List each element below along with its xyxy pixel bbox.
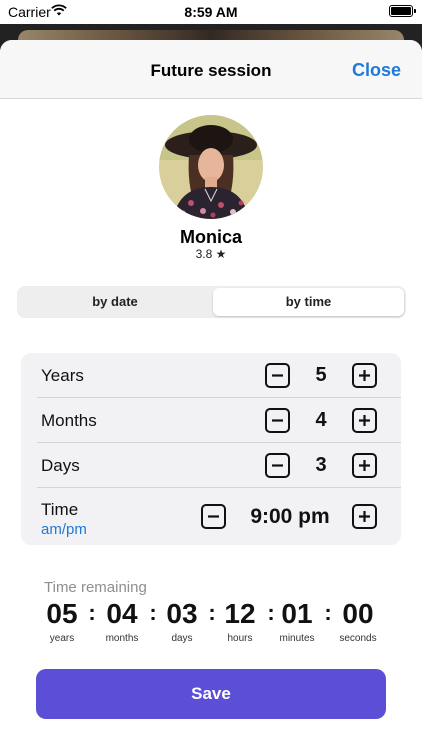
years-value: 5 [315,364,327,386]
plus-icon [359,460,370,471]
months-value: 4 [315,409,327,431]
years-increment-button[interactable] [352,363,377,388]
time-decrement-button[interactable] [201,504,226,529]
mode-segmented-control: by date by time [17,286,406,318]
days-value: 3 [315,454,327,476]
countdown-months-value: 04 [106,598,138,629]
status-bar: Carrier 8:59 AM [0,0,422,24]
time-value: 9:00 pm [250,505,330,528]
countdown-minutes-value: 01 [281,598,313,629]
avatar [159,115,263,219]
time-row: Time am/pm 9:00 pm [21,488,401,545]
minus-icon [272,464,283,467]
close-button[interactable]: Close [352,60,401,81]
months-increment-button[interactable] [352,408,377,433]
status-time: 8:59 AM [184,4,238,20]
nav-bar: Future session Close [0,40,422,99]
future-session-sheet: Future session Close Monica 3.8 ★ by dat… [0,40,422,750]
minus-icon [208,515,219,518]
months-decrement-button[interactable] [265,408,290,433]
time-increment-button[interactable] [352,504,377,529]
countdown-seconds-unit: seconds [339,633,377,644]
months-row: Months 4 [21,398,401,442]
years-label: Years [41,366,84,385]
days-decrement-button[interactable] [265,453,290,478]
countdown-months-unit: months [105,633,139,644]
minus-icon [272,374,283,377]
battery-icon [389,5,416,17]
countdown-minutes-unit: minutes [279,633,315,644]
years-row: Years 5 [21,353,401,397]
countdown-hours-value: 12 [224,598,256,629]
countdown-seconds-value: 00 [342,598,374,629]
duration-card: Years 5 Months 4 Days 3 Time am/pm 9:00 … [21,353,401,545]
countdown-hours-unit: hours [227,633,253,644]
ampm-toggle[interactable]: am/pm [41,521,87,538]
plus-icon [359,511,370,522]
plus-icon [359,415,370,426]
years-decrement-button[interactable] [265,363,290,388]
days-label: Days [41,456,80,475]
countdown-years-unit: years [49,633,75,644]
profile-name: Monica [179,227,242,247]
countdown-years-value: 05 [46,598,78,629]
time-label: Time [41,500,79,519]
plus-icon [359,370,370,381]
segment-by-date[interactable]: by date [19,288,211,316]
minus-icon [272,419,283,422]
days-increment-button[interactable] [352,453,377,478]
save-button[interactable]: Save [36,669,386,719]
rating-label: 3.8 ★ [195,247,227,261]
countdown-days-unit: days [171,633,193,644]
countdown-days-value: 03 [166,598,198,629]
time-remaining-label: Time remaining [44,579,147,596]
months-label: Months [41,411,97,430]
segment-by-time[interactable]: by time [213,288,404,316]
days-row: Days 3 [21,443,401,487]
